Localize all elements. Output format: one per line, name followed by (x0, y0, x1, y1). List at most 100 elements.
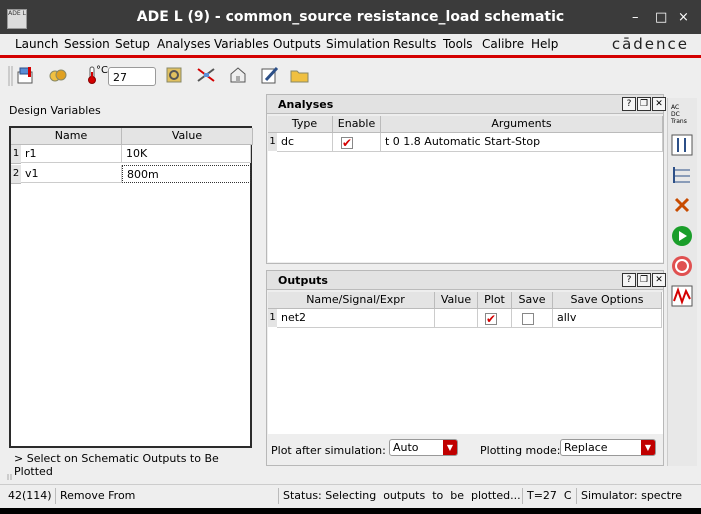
edit-variables-icon[interactable] (16, 66, 36, 84)
column-header-enable[interactable]: Enable (333, 116, 381, 133)
analysis-type-cell[interactable]: dc (277, 133, 333, 152)
save-checkbox[interactable] (522, 313, 534, 325)
analyses-table[interactable]: Type Enable Arguments 1 dc t 0 1.8 Autom… (268, 116, 663, 262)
output-value-cell[interactable] (435, 309, 478, 328)
window-title: ADE L (9) - common_source resistance_loa… (136, 9, 565, 25)
help-icon[interactable]: ? (622, 273, 636, 287)
toolbar: °C 27 (0, 58, 701, 92)
column-header-arguments[interactable]: Arguments (381, 116, 663, 133)
variable-name-cell[interactable]: r1 (21, 145, 122, 163)
outputs-title: Outputs (278, 274, 328, 287)
menu-variables[interactable]: Variables (214, 37, 269, 51)
float-icon[interactable]: ❐ (637, 97, 651, 111)
plotting-mode-value: Replace (564, 441, 608, 454)
analyses-header: Analyses ? ❐ ✕ (267, 95, 666, 114)
row-number[interactable]: 1 (268, 133, 277, 151)
run-simulation-icon[interactable] (671, 225, 693, 247)
row-number[interactable]: 1 (11, 145, 21, 164)
column-header-type[interactable]: Type (277, 116, 333, 133)
row-number[interactable]: 1 (268, 309, 277, 327)
plotting-mode-select[interactable]: Replace ▼ (560, 439, 656, 456)
row-number[interactable]: 2 (11, 165, 21, 184)
status-simulator: Simulator: spectre (576, 488, 682, 504)
variable-value-cell-selected[interactable]: 800m (122, 165, 251, 183)
stop-simulation-icon[interactable] (671, 255, 693, 277)
save-state-icon[interactable] (228, 66, 248, 84)
dropdown-arrow-icon[interactable]: ▼ (641, 440, 655, 455)
status-mouse: Remove From (55, 488, 135, 504)
menu-launch[interactable]: Launch (15, 37, 58, 51)
variable-value-cell[interactable]: 10K (122, 145, 251, 163)
design-variables-panel: Design Variables Name Value 1 r1 10K 2 v… (4, 96, 258, 478)
right-toolbar: AC DC Trans (667, 98, 697, 466)
help-icon[interactable]: ? (622, 97, 636, 111)
outputs-table[interactable]: Name/Signal/Expr Value Plot Save Save Op… (268, 292, 663, 434)
menu-simulation[interactable]: Simulation (326, 37, 390, 51)
menu-results[interactable]: Results (393, 37, 436, 51)
netlist-icon[interactable] (671, 164, 693, 186)
menu-help[interactable]: Help (531, 37, 558, 51)
output-save-cell[interactable] (512, 309, 553, 328)
outputs-header: Outputs ? ❐ ✕ (267, 271, 666, 290)
analyses-panel: Analyses ? ❐ ✕ Type Enable Arguments 1 d… (266, 94, 666, 264)
tune-icon[interactable] (671, 134, 693, 156)
analysis-arguments-cell[interactable]: t 0 1.8 Automatic Start-Stop (381, 133, 663, 152)
plot-after-label: Plot after simulation: (271, 444, 386, 457)
menu-setup[interactable]: Setup (115, 37, 150, 51)
temperature-input[interactable]: 27 (108, 67, 156, 86)
analysis-type-trans[interactable]: Trans (671, 118, 687, 125)
edit-icon[interactable] (260, 66, 280, 84)
column-header-plot[interactable]: Plot (478, 292, 512, 309)
design-variables-table[interactable]: Name Value 1 r1 10K 2 v1 800m (9, 126, 253, 448)
column-header-name[interactable]: Name/Signal/Expr (277, 292, 435, 309)
float-icon[interactable]: ❐ (637, 273, 651, 287)
plot-checkbox[interactable] (485, 310, 497, 328)
menu-bar: Launch Session Setup Analyses Variables … (0, 34, 701, 58)
column-header-value[interactable]: Value (435, 292, 478, 309)
analysis-type-dc[interactable]: DC (671, 111, 687, 118)
menu-analyses[interactable]: Analyses (157, 37, 211, 51)
net-select-icon[interactable] (196, 66, 216, 84)
horizontal-scrollbar[interactable] (0, 472, 701, 482)
delete-icon[interactable] (671, 194, 693, 216)
outputs-panel: Outputs ? ❐ ✕ Name/Signal/Expr Value Plo… (266, 270, 666, 466)
variable-name-cell[interactable]: v1 (21, 165, 122, 183)
close-button[interactable]: × (678, 10, 689, 25)
menu-outputs[interactable]: Outputs (273, 37, 321, 51)
minimize-button[interactable]: – (632, 10, 639, 25)
plot-outputs-icon[interactable] (671, 285, 693, 307)
analysis-type-list[interactable]: AC DC Trans (671, 104, 687, 125)
analyses-title: Analyses (278, 98, 334, 111)
menu-session[interactable]: Session (64, 37, 110, 51)
title-bar: ADE L ADE L (9) - common_source resistan… (0, 0, 701, 34)
temperature-unit: °C (96, 65, 108, 76)
column-header-value[interactable]: Value (122, 128, 253, 145)
open-folder-icon[interactable] (290, 66, 310, 84)
setup-gear-icon[interactable] (164, 66, 184, 84)
design-variables-heading: Design Variables (9, 104, 101, 117)
load-state-icon[interactable] (48, 66, 68, 84)
column-header-save-options[interactable]: Save Options (553, 292, 662, 309)
output-save-options-cell[interactable]: allv (553, 309, 662, 328)
column-header-name[interactable]: Name (21, 128, 122, 145)
analysis-type-ac[interactable]: AC (671, 104, 687, 111)
plotting-mode-label: Plotting mode: (480, 444, 561, 457)
cadence-logo: cādence (611, 35, 689, 53)
dropdown-arrow-icon[interactable]: ▼ (443, 440, 457, 455)
toolbar-grip-icon (8, 66, 13, 86)
menu-tools[interactable]: Tools (443, 37, 473, 51)
output-name-cell[interactable]: net2 (277, 309, 435, 328)
enable-checkbox[interactable] (341, 134, 353, 152)
menu-calibre[interactable]: Calibre (482, 37, 524, 51)
plot-after-select[interactable]: Auto ▼ (389, 439, 458, 456)
plot-after-value: Auto (393, 441, 419, 454)
status-message: Status: Selecting outputs to be plotted.… (278, 488, 521, 504)
status-bar: 42(114) Remove From Status: Selecting ou… (0, 484, 701, 507)
status-count: 42(114) (8, 489, 52, 502)
column-header-save[interactable]: Save (512, 292, 553, 309)
output-plot-cell[interactable] (478, 309, 512, 328)
maximize-button[interactable]: □ (655, 10, 667, 25)
close-icon[interactable]: ✕ (652, 273, 666, 287)
close-icon[interactable]: ✕ (652, 97, 666, 111)
analysis-enable-cell[interactable] (333, 133, 381, 152)
